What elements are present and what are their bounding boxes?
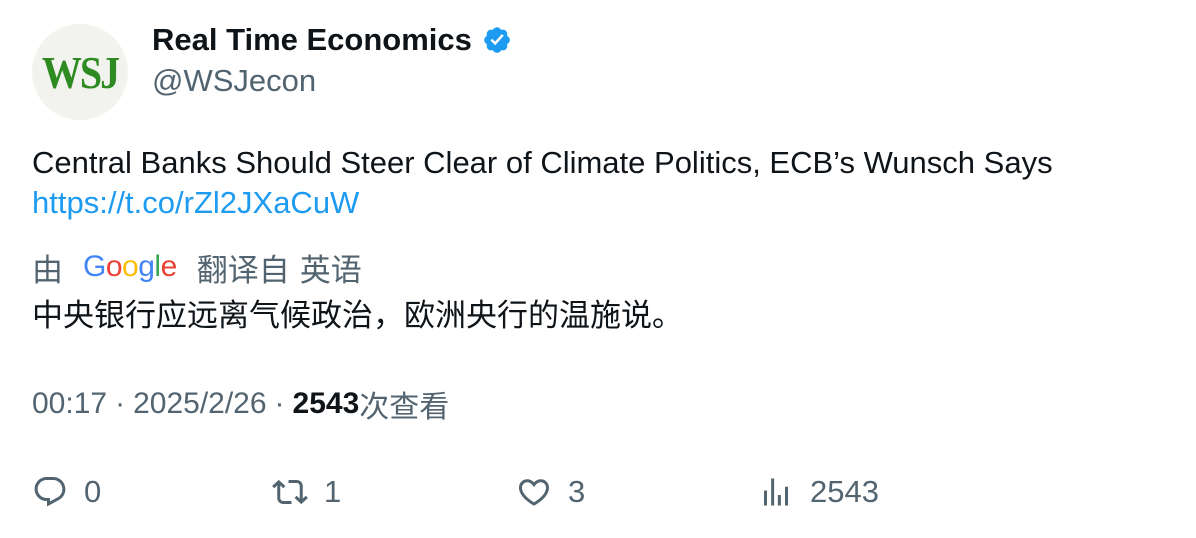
views-label: 次查看	[359, 391, 450, 424]
views-chart-icon	[764, 478, 788, 506]
translation-suffix: 翻译自	[196, 252, 290, 288]
google-logo-letter: G	[83, 250, 106, 283]
verified-badge-icon[interactable]	[482, 25, 512, 55]
translation-source-language: 英语	[299, 252, 362, 288]
author-handle[interactable]: @WSJecon	[152, 63, 316, 99]
tweet-text: Central Banks Should Steer Clear of Clim…	[32, 145, 1053, 180]
tweet-date[interactable]: 2025/2/26	[133, 387, 266, 421]
retweet-button[interactable]: 1	[272, 470, 341, 514]
retweet-icon	[272, 479, 308, 505]
retweet-count: 1	[324, 474, 342, 509]
like-button[interactable]: 3	[516, 470, 585, 514]
views-count: 2543	[292, 387, 360, 420]
avatar-logo-text: WSJ	[41, 46, 120, 98]
google-logo-letter: o	[122, 250, 139, 283]
tweet-card: WSJ Real Time Economics @WSJecon Central…	[0, 0, 1196, 538]
views-action-count: 2543	[810, 474, 879, 509]
tweet-meta: 00:17 · 2025/2/26 · 2543 次查看	[32, 384, 449, 424]
meta-separator: ·	[274, 387, 285, 420]
google-logo-letter: o	[105, 250, 123, 283]
translation-prefix: 由	[32, 252, 63, 288]
translated-text: 中央银行应远离气候政治，欧洲央行的温施说。	[32, 298, 683, 333]
author-display-name[interactable]: Real Time Economics	[152, 22, 472, 58]
tweet-time[interactable]: 00:17	[32, 387, 107, 421]
views-button[interactable]: 2543	[758, 470, 879, 514]
like-count: 3	[568, 474, 586, 509]
reply-icon	[34, 477, 66, 507]
meta-separator: ·	[115, 387, 126, 420]
avatar[interactable]: WSJ	[32, 24, 128, 120]
google-logo-letter: e	[160, 250, 178, 283]
google-logo[interactable]: Google	[83, 250, 177, 284]
translation-attribution: 由 Google 翻译自 英语	[32, 247, 362, 288]
google-logo-letter: g	[138, 250, 155, 283]
reply-count: 0	[84, 474, 102, 509]
tweet-link[interactable]: https://t.co/rZl2JXaCuW	[32, 185, 359, 220]
heart-icon	[518, 479, 550, 506]
author-display-name-row[interactable]: Real Time Economics	[152, 22, 512, 58]
reply-button[interactable]: 0	[32, 470, 101, 514]
tweet-body: Central Banks Should Steer Clear of Clim…	[32, 143, 1053, 223]
action-bar: 0 1 3 2543	[32, 470, 1172, 514]
